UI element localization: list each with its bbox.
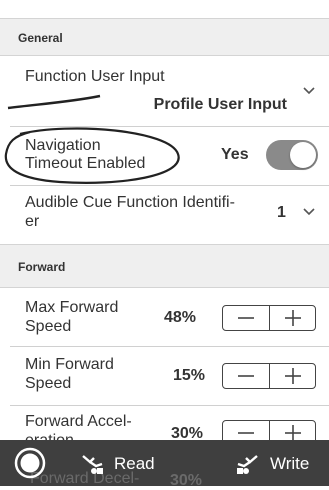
max-forward-speed-label-line1: Max Forward: [25, 299, 119, 316]
section-title-forward: Forward: [18, 260, 66, 274]
toggle-knob: [290, 142, 316, 168]
write-button[interactable]: Write: [234, 440, 324, 486]
section-title-general: General: [18, 31, 63, 45]
top-partial-area: [0, 0, 329, 19]
write-icon: [237, 455, 258, 474]
min-forward-speed-value: 15%: [173, 367, 206, 384]
minus-icon[interactable]: [223, 364, 269, 388]
read-button[interactable]: Read: [80, 440, 160, 486]
chevron-down-icon[interactable]: [302, 205, 316, 219]
max-forward-speed-row: Max Forward Speed 48%: [0, 288, 329, 346]
section-header-forward: Forward: [0, 244, 329, 288]
audible-cue-label-line2: er: [25, 213, 40, 230]
plus-icon[interactable]: [270, 306, 316, 330]
min-forward-speed-label-line2: Speed: [25, 375, 72, 392]
max-forward-speed-stepper[interactable]: [222, 305, 316, 331]
max-forward-speed-value: 48%: [164, 309, 197, 326]
bottom-toolbar: Forward Decel- 30% Read Write: [0, 440, 329, 489]
read-icon: [82, 455, 103, 474]
forward-deceleration-partial-value: 30%: [170, 472, 203, 489]
read-label: Read: [114, 454, 155, 473]
min-forward-speed-stepper[interactable]: [222, 363, 316, 389]
annotation-ellipse: [4, 127, 180, 184]
forward-acceleration-label-line1: Forward Accel-: [25, 413, 132, 430]
section-header-general: General: [0, 18, 329, 56]
navigation-timeout-toggle[interactable]: [266, 140, 318, 170]
audible-cue-row[interactable]: Audible Cue Function Identifi- er 1: [0, 186, 329, 244]
plus-icon[interactable]: [270, 364, 316, 388]
navigation-timeout-value: Yes: [221, 146, 249, 163]
function-user-input-label: Function User Input: [25, 68, 165, 85]
min-forward-speed-row: Min Forward Speed 15%: [0, 347, 329, 405]
audible-cue-label-line1: Audible Cue Function Identifi-: [25, 194, 235, 211]
min-forward-speed-label-line1: Min Forward: [25, 356, 114, 373]
minus-icon[interactable]: [223, 306, 269, 330]
home-button-icon[interactable]: [14, 447, 46, 479]
max-forward-speed-label-line2: Speed: [25, 318, 72, 335]
audible-cue-value: 1: [277, 204, 286, 221]
write-label: Write: [270, 454, 310, 473]
chevron-down-icon[interactable]: [302, 84, 316, 98]
